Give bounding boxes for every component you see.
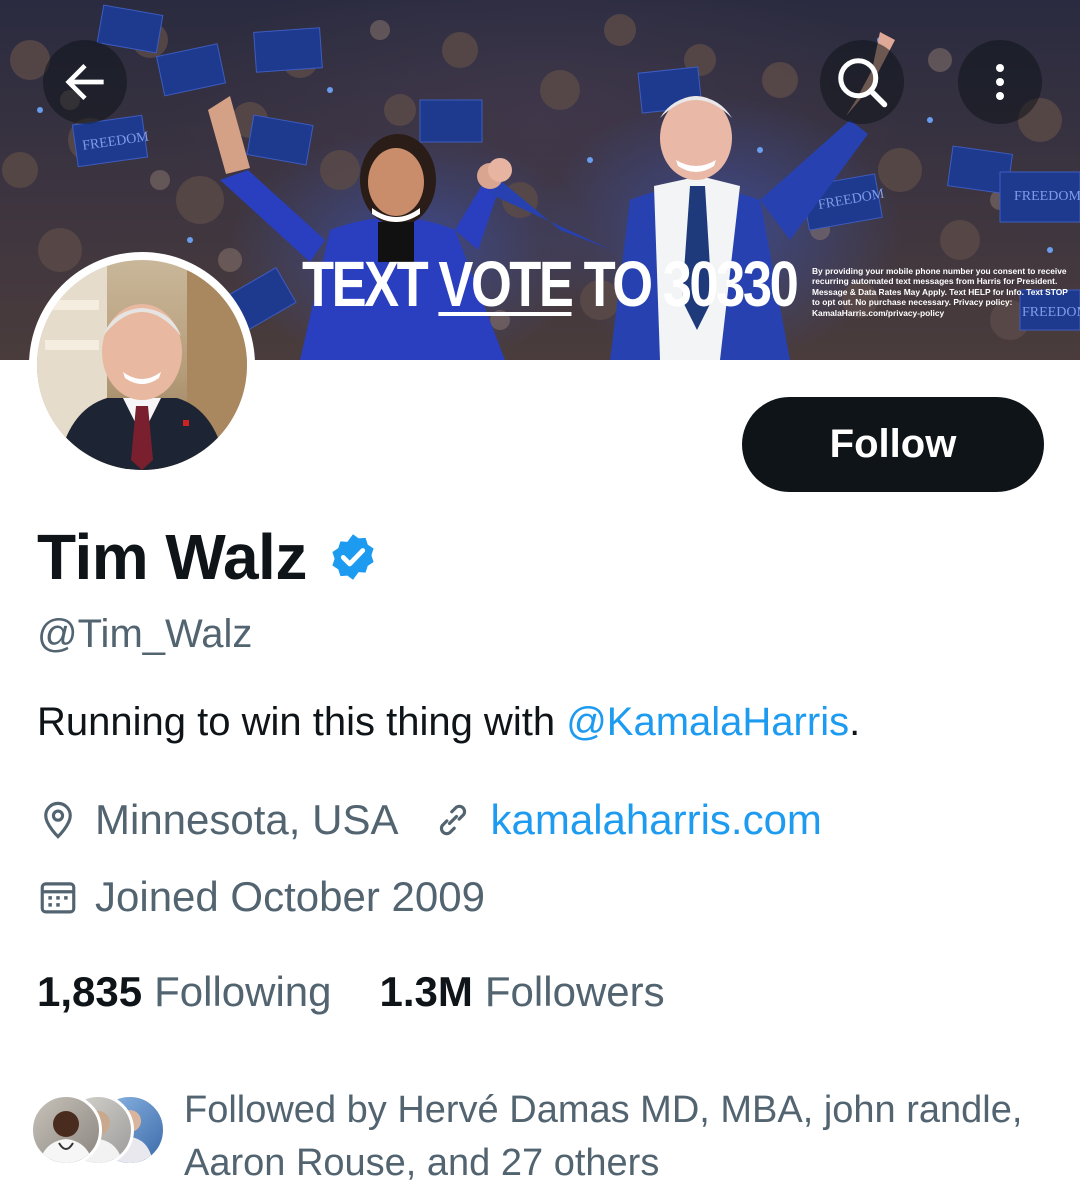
headline-part-2: TO 30330 — [571, 248, 799, 320]
profile-name-row: Tim Walz — [37, 520, 379, 594]
profile-stats: 1,835 Following 1.3M Followers — [37, 968, 665, 1016]
following-label: Following — [154, 968, 332, 1015]
banner-headline: TEXT VOTE TO 30330 — [302, 252, 799, 316]
profile-bio: Running to win this thing with @KamalaHa… — [37, 700, 860, 745]
calendar-icon — [40, 882, 76, 914]
profile-location: Minnesota, USA — [95, 796, 399, 843]
back-button[interactable] — [43, 40, 127, 124]
bio-text: Running to win this thing with — [37, 700, 567, 744]
profile-avatar[interactable] — [29, 252, 255, 478]
profile-joined-row: Joined October 2009 — [37, 873, 485, 921]
bio-mention-link[interactable]: @KamalaHarris — [566, 700, 849, 744]
more-vertical-icon — [996, 64, 1004, 100]
location-pin-icon — [44, 801, 72, 839]
follow-button[interactable]: Follow — [742, 397, 1044, 492]
profile-website-link[interactable]: kamalaharris.com — [490, 796, 821, 844]
profile-meta-row: Minnesota, USA kamalaharris.com — [37, 796, 822, 844]
followers-count: 1.3M — [379, 968, 473, 1015]
followers-label: Followers — [484, 968, 665, 1015]
search-icon — [838, 58, 888, 108]
followed-by-text[interactable]: Followed by Hervé Damas MD, MBA, john ra… — [184, 1084, 1044, 1190]
more-options-button[interactable] — [958, 40, 1042, 124]
profile-joined-date: Joined October 2009 — [95, 873, 485, 920]
banner-disclaimer: By providing your mobile phone number yo… — [812, 266, 1068, 318]
profile-handle: @Tim_Walz — [37, 612, 253, 656]
arrow-left-icon — [65, 64, 104, 100]
headline-part-1: TEXT — [302, 248, 439, 320]
followed-by-avatars[interactable] — [30, 1094, 170, 1166]
headline-vote: VOTE — [438, 248, 574, 320]
follower-avatar — [30, 1094, 102, 1166]
verified-badge-icon[interactable] — [327, 531, 379, 583]
link-icon — [440, 804, 467, 836]
svg-text:FREEDOM: FREEDOM — [1014, 189, 1080, 204]
following-stat-link[interactable]: 1,835 Following — [37, 968, 332, 1016]
profile-name: Tim Walz — [37, 521, 307, 593]
bio-end: . — [849, 700, 861, 744]
avatar-photo — [37, 260, 247, 470]
following-count: 1,835 — [37, 968, 143, 1015]
followers-stat-link[interactable]: 1.3M Followers — [380, 968, 665, 1016]
search-button[interactable] — [820, 40, 904, 124]
